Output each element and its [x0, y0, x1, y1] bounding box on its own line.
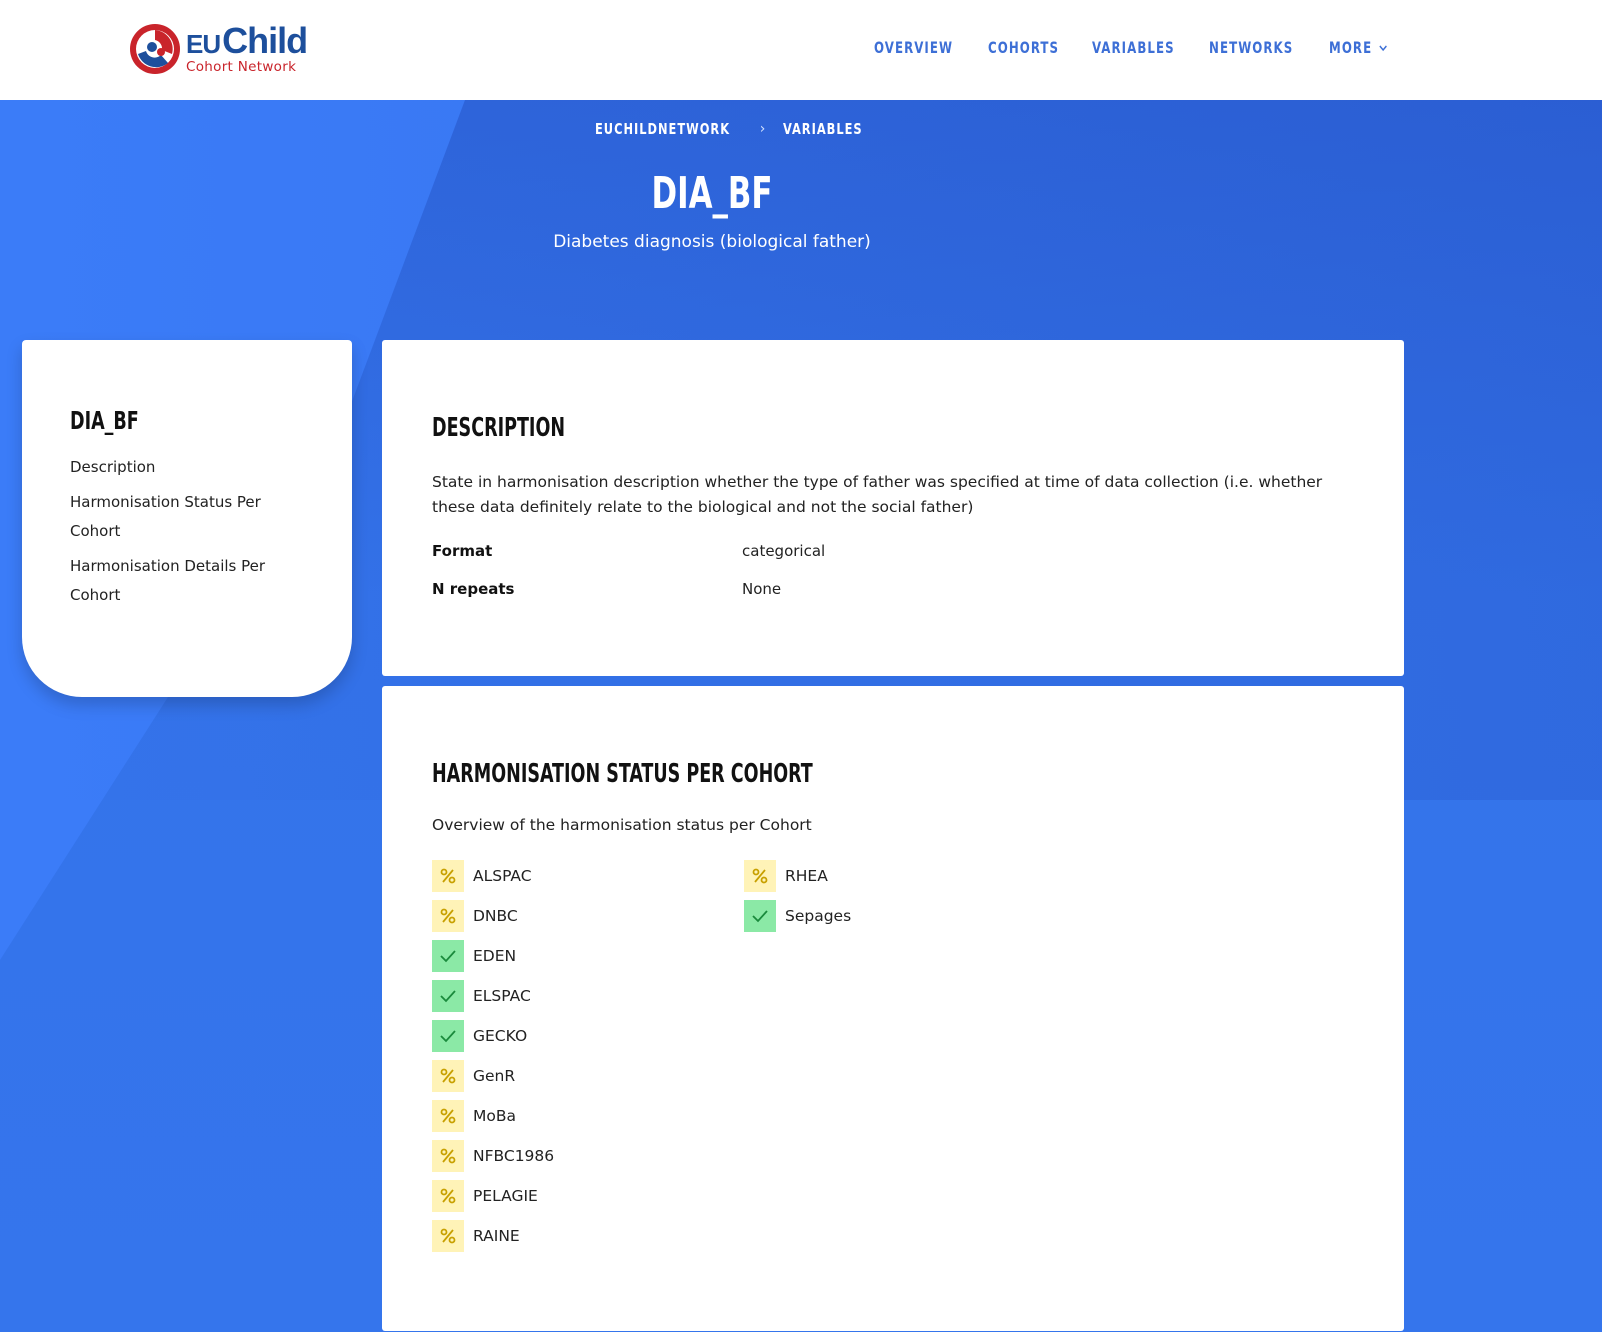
nav-variables[interactable]: VARIABLES — [1092, 38, 1175, 57]
property-row-format: Format categorical — [432, 542, 825, 560]
property-key: N repeats — [432, 580, 515, 598]
cohort-status-item[interactable]: MoBa — [432, 1100, 516, 1132]
cohort-status-item[interactable]: NFBC1986 — [432, 1140, 554, 1172]
description-card: DESCRIPTION State in harmonisation descr… — [382, 340, 1404, 676]
breadcrumb-separator-icon: › — [759, 121, 766, 137]
cohort-status-item[interactable]: Sepages — [744, 900, 851, 932]
harmonisation-title: HARMONISATION STATUS PER COHORT — [432, 759, 813, 789]
check-icon — [432, 940, 464, 972]
percent-icon — [432, 1140, 464, 1172]
euchild-logo[interactable]: EUChild Cohort Network — [128, 20, 308, 76]
percent-icon — [432, 860, 464, 892]
logo-icon — [130, 24, 180, 74]
logo-subtitle: Cohort Network — [186, 59, 297, 76]
breadcrumb-variables[interactable]: VARIABLES — [783, 120, 863, 138]
cohort-status-item[interactable]: DNBC — [432, 900, 518, 932]
check-icon — [744, 900, 776, 932]
sidebar-toc: DIA_BF Description Harmonisation Status … — [22, 340, 352, 697]
check-icon — [432, 980, 464, 1012]
sidebar-link-harmonisation-details[interactable]: Harmonisation Details Per Cohort — [70, 552, 306, 610]
page-title: DIA_BF — [651, 168, 773, 219]
percent-icon — [744, 860, 776, 892]
cohort-name: ALSPAC — [473, 867, 532, 885]
cohort-name: ELSPAC — [473, 987, 531, 1005]
cohort-name: DNBC — [473, 907, 518, 925]
percent-icon — [432, 1100, 464, 1132]
cohort-status-item[interactable]: RHEA — [744, 860, 828, 892]
cohort-name: EDEN — [473, 947, 517, 965]
site-header: EUChild Cohort Network OVERVIEW COHORTS … — [0, 0, 1602, 100]
percent-icon — [432, 1180, 464, 1212]
cohort-name: PELAGIE — [473, 1187, 538, 1205]
cohort-name: RHEA — [785, 867, 828, 885]
nav-overview[interactable]: OVERVIEW — [874, 38, 953, 57]
sidebar-link-harmonisation-status[interactable]: Harmonisation Status Per Cohort — [70, 488, 306, 546]
check-icon — [432, 1020, 464, 1052]
cohort-status-item[interactable]: PELAGIE — [432, 1180, 538, 1212]
description-title: DESCRIPTION — [432, 413, 566, 443]
percent-icon — [432, 900, 464, 932]
sidebar-title: DIA_BF — [70, 406, 139, 435]
nav-networks[interactable]: NETWORKS — [1209, 38, 1293, 57]
main-nav: OVERVIEW COHORTS VARIABLES NETWORKS MORE — [874, 38, 1390, 57]
nav-more[interactable]: MORE — [1329, 38, 1387, 57]
cohort-status-item[interactable]: EDEN — [432, 940, 516, 972]
property-value: None — [742, 580, 782, 598]
percent-icon — [432, 1220, 464, 1252]
cohort-name: MoBa — [473, 1107, 516, 1125]
sidebar-link-description[interactable]: Description — [70, 453, 306, 482]
harmonisation-subtitle: Overview of the harmonisation status per… — [432, 816, 812, 834]
property-value: categorical — [742, 542, 826, 560]
harmonisation-status-card: HARMONISATION STATUS PER COHORT Overview… — [382, 686, 1404, 1331]
percent-icon — [432, 1060, 464, 1092]
cohort-name: GenR — [473, 1067, 516, 1085]
cohort-name: NFBC1986 — [473, 1147, 555, 1165]
nav-cohorts[interactable]: COHORTS — [988, 38, 1059, 57]
property-key: Format — [432, 542, 493, 560]
cohort-status-item[interactable]: GECKO — [432, 1020, 527, 1052]
nav-more-label: MORE — [1329, 38, 1373, 57]
page-subtitle: Diabetes diagnosis (biological father) — [553, 232, 871, 252]
logo-child-text: Child — [222, 20, 308, 62]
breadcrumb-euchildnetwork[interactable]: EUCHILDNETWORK — [595, 120, 730, 138]
description-text: State in harmonisation description wheth… — [432, 473, 1323, 516]
logo-eu-text: EU — [186, 29, 221, 60]
breadcrumb: EUCHILDNETWORK › VARIABLES — [595, 120, 880, 138]
cohort-name: RAINE — [473, 1227, 520, 1245]
chevron-down-icon — [1379, 44, 1387, 51]
property-row-n-repeats: N repeats None — [432, 580, 781, 598]
cohort-status-item[interactable]: ALSPAC — [432, 860, 532, 892]
cohort-status-item[interactable]: GenR — [432, 1060, 515, 1092]
cohort-status-item[interactable]: RAINE — [432, 1220, 520, 1252]
cohort-status-item[interactable]: ELSPAC — [432, 980, 531, 1012]
cohort-name: Sepages — [785, 907, 852, 925]
cohort-name: GECKO — [473, 1027, 528, 1045]
